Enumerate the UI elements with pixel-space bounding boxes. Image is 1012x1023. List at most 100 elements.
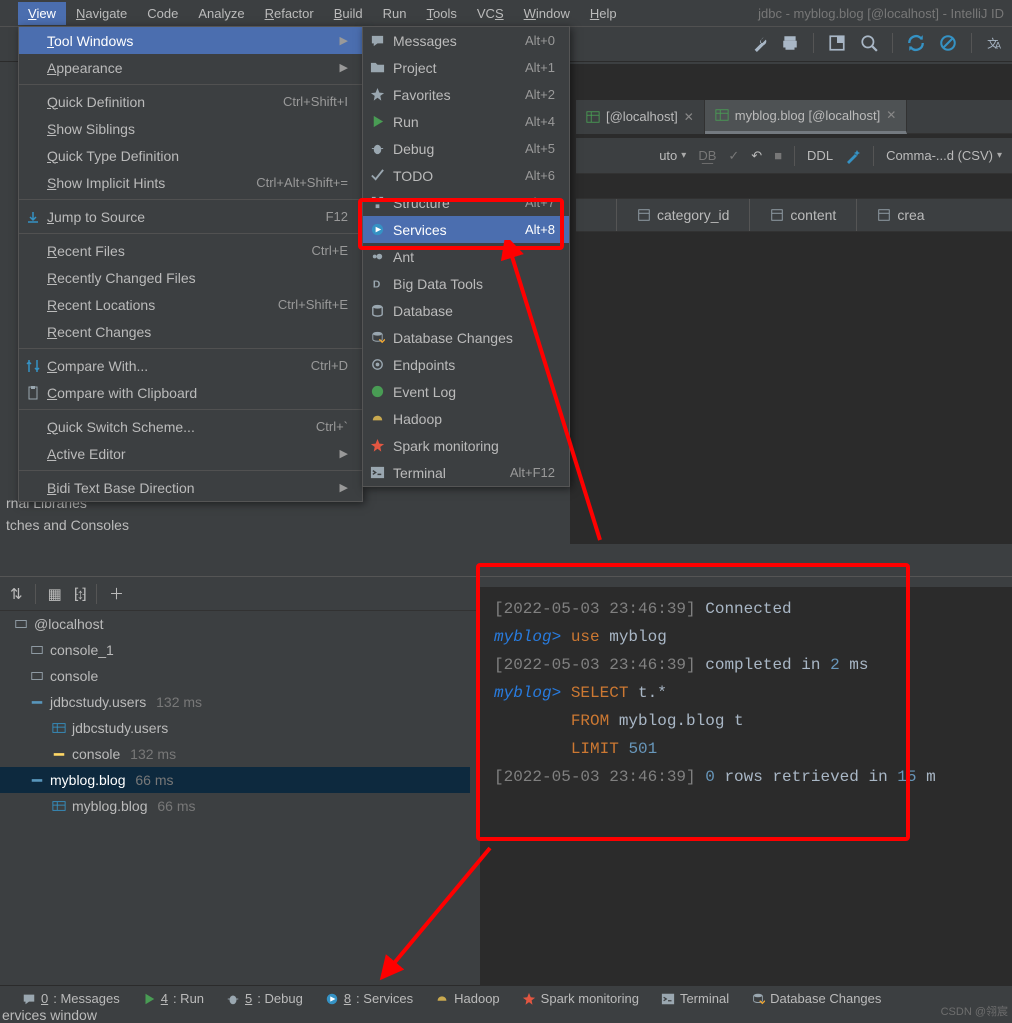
menu-run[interactable]: Run: [373, 2, 417, 25]
block-icon[interactable]: [939, 34, 957, 52]
tool-window-event-log[interactable]: Event Log: [363, 378, 569, 405]
menu-item-compare-with-clipboard[interactable]: Compare with Clipboard: [19, 379, 362, 406]
tool-window-terminal[interactable]: TerminalAlt+F12: [363, 459, 569, 486]
tool-window-structure[interactable]: StructureAlt+7: [363, 189, 569, 216]
tool-window-messages[interactable]: MessagesAlt+0: [363, 27, 569, 54]
column-header[interactable]: crea: [856, 199, 944, 231]
node-scratches[interactable]: tches and Consoles: [0, 514, 230, 536]
format-dropdown[interactable]: Comma-...d (CSV)▾: [886, 148, 1002, 163]
menu-item-active-editor[interactable]: Active Editor▶: [19, 440, 362, 467]
service-node[interactable]: myblog.blog 66 ms: [0, 767, 470, 793]
service-node[interactable]: jdbcstudy.users 132 ms: [0, 689, 470, 715]
menu-item-recent-files[interactable]: Recent FilesCtrl+E: [19, 237, 362, 264]
menu-item-recent-changes[interactable]: Recent Changes: [19, 318, 362, 345]
menu-item-quick-type-definition[interactable]: Quick Type Definition: [19, 142, 362, 169]
msg-icon: [22, 992, 36, 1006]
status-spark-monitoring[interactable]: Spark monitoring: [522, 991, 639, 1006]
menu-item-compare-with-[interactable]: Compare With...Ctrl+D: [19, 352, 362, 379]
translate-icon[interactable]: 文A: [986, 34, 1004, 52]
print-icon[interactable]: [781, 34, 799, 52]
service-node[interactable]: myblog.blog 66 ms: [0, 793, 470, 819]
status--debug[interactable]: 5: Debug: [226, 991, 303, 1006]
tab-label: [@localhost]: [606, 109, 678, 124]
column-header[interactable]: content: [749, 199, 856, 231]
service-node[interactable]: jdbcstudy.users: [0, 715, 470, 741]
menu-item-recent-locations[interactable]: Recent LocationsCtrl+Shift+E: [19, 291, 362, 318]
tool-window-run[interactable]: RunAlt+4: [363, 108, 569, 135]
toolbar-separator: [971, 33, 972, 53]
menu-navigate[interactable]: Navigate: [66, 2, 137, 25]
table-header: category_idcontentcrea: [576, 198, 1012, 232]
dbch-icon: [751, 992, 765, 1006]
node-icon: [52, 747, 66, 761]
menu-item-quick-switch-scheme-[interactable]: Quick Switch Scheme...Ctrl+`: [19, 413, 362, 440]
menu-item-quick-definition[interactable]: Quick DefinitionCtrl+Shift+I: [19, 88, 362, 115]
menu-help[interactable]: Help: [580, 2, 627, 25]
status--run[interactable]: 4: Run: [142, 991, 204, 1006]
node-icon: [30, 695, 44, 709]
menu-item-tool-windows[interactable]: Tool Windows▶: [19, 27, 362, 54]
db-icon[interactable]: D͟B: [698, 148, 716, 163]
menu-item-bidi-text-base-direction[interactable]: Bidi Text Base Direction▶: [19, 474, 362, 501]
layout-icon[interactable]: ▦: [48, 585, 62, 603]
rollback-icon[interactable]: ↶: [751, 148, 762, 164]
tool-window-database[interactable]: Database: [363, 297, 569, 324]
menu-item-show-siblings[interactable]: Show Siblings: [19, 115, 362, 142]
editor-tab[interactable]: myblog.blog [@localhost]✕: [705, 100, 908, 134]
menu-refactor[interactable]: Refactor: [255, 2, 324, 25]
expand-icon[interactable]: ⁅↕⁆: [74, 585, 84, 603]
tx-auto-dropdown[interactable]: uto▾: [659, 148, 686, 163]
menu-item-jump-to-source[interactable]: Jump to SourceF12: [19, 203, 362, 230]
editor-tab[interactable]: [@localhost] ✕: [576, 100, 705, 134]
tool-window-endpoints[interactable]: Endpoints: [363, 351, 569, 378]
menu-window[interactable]: Window: [514, 2, 580, 25]
status-terminal[interactable]: Terminal: [661, 991, 729, 1006]
service-node[interactable]: console_1: [0, 637, 470, 663]
table-body-empty: [576, 232, 1012, 544]
window-icon[interactable]: [828, 34, 846, 52]
menu-tools[interactable]: Tools: [417, 2, 467, 25]
ddl-button[interactable]: DDL: [807, 148, 833, 163]
console-output[interactable]: [2022-05-03 23:46:39] Connected myblog> …: [480, 587, 1012, 991]
tool-window-todo[interactable]: TODOAlt+6: [363, 162, 569, 189]
wrench-icon[interactable]: [749, 34, 767, 52]
menu-item-appearance[interactable]: Appearance▶: [19, 54, 362, 81]
search-icon[interactable]: [860, 34, 878, 52]
tool-window-debug[interactable]: DebugAlt+5: [363, 135, 569, 162]
tool-window-hadoop[interactable]: Hadoop: [363, 405, 569, 432]
menu-vcs[interactable]: VCS: [467, 2, 514, 25]
tool-window-project[interactable]: ProjectAlt+1: [363, 54, 569, 81]
wand-icon[interactable]: [845, 148, 861, 164]
menu-view[interactable]: View: [18, 2, 66, 25]
status--services[interactable]: 8: Services: [325, 991, 413, 1006]
tool-window-big-data-tools[interactable]: DBig Data Tools: [363, 270, 569, 297]
tool-window-services[interactable]: ServicesAlt+8: [363, 216, 569, 243]
close-icon[interactable]: ✕: [684, 110, 694, 124]
node-icon: [52, 799, 66, 813]
tool-windows-submenu: MessagesAlt+0ProjectAlt+1FavoritesAlt+2R…: [362, 26, 570, 487]
update-icon[interactable]: [907, 34, 925, 52]
editor-tabs: [@localhost]✕myblog.blog [@localhost]✕: [576, 100, 1012, 134]
separator: [794, 146, 795, 166]
status-database-changes[interactable]: Database Changes: [751, 991, 881, 1006]
menu-item-show-implicit-hints[interactable]: Show Implicit HintsCtrl+Alt+Shift+=: [19, 169, 362, 196]
filter-icon[interactable]: ⇅: [10, 585, 23, 603]
status--messages[interactable]: 0: Messages: [22, 991, 120, 1006]
menu-build[interactable]: Build: [324, 2, 373, 25]
column-header[interactable]: category_id: [616, 199, 749, 231]
service-node[interactable]: @localhost: [0, 611, 470, 637]
service-node[interactable]: console: [0, 663, 470, 689]
tool-window-favorites[interactable]: FavoritesAlt+2: [363, 81, 569, 108]
menu-code[interactable]: Code: [137, 2, 188, 25]
close-icon[interactable]: ✕: [886, 108, 896, 122]
menu-item-recently-changed-files[interactable]: Recently Changed Files: [19, 264, 362, 291]
tool-window-database-changes[interactable]: Database Changes: [363, 324, 569, 351]
menu-analyze[interactable]: Analyze: [188, 2, 254, 25]
status-hadoop[interactable]: Hadoop: [435, 991, 500, 1006]
tool-window-ant[interactable]: Ant: [363, 243, 569, 270]
tool-window-spark-monitoring[interactable]: Spark monitoring: [363, 432, 569, 459]
separator: [96, 584, 97, 604]
add-icon[interactable]: ＋: [109, 583, 124, 604]
play-icon: [142, 992, 156, 1006]
service-node[interactable]: console 132 ms: [0, 741, 470, 767]
